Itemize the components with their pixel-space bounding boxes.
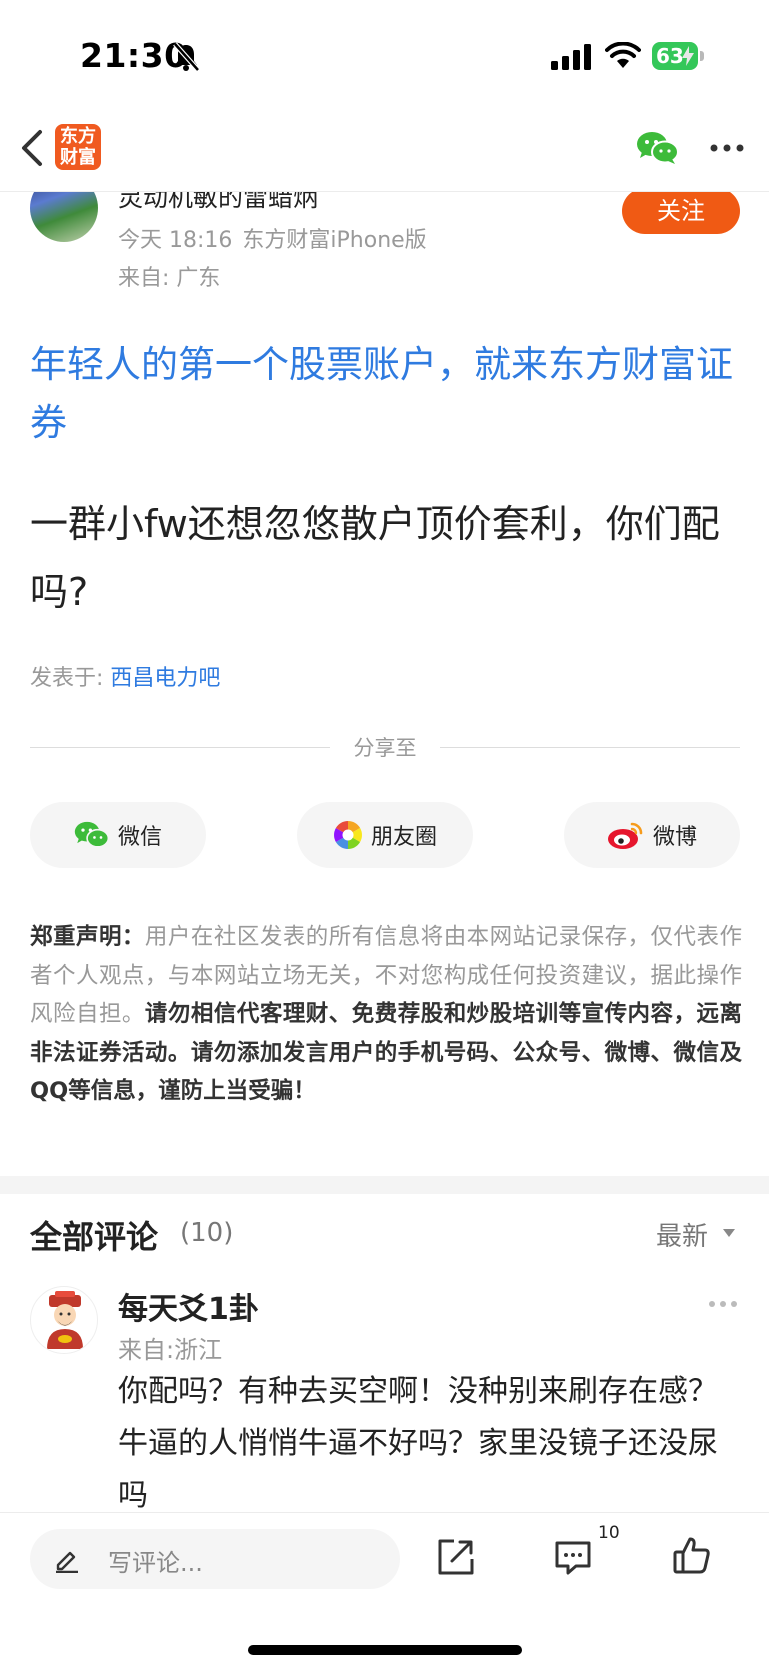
share-moments-button[interactable]: 朋友圈: [297, 802, 473, 868]
forum-bar-link[interactable]: 西昌电力吧: [110, 666, 220, 691]
wifi-icon: [605, 42, 641, 68]
posted-in: 发表于: 西昌电力吧: [30, 660, 220, 692]
divider-line-right: [440, 747, 740, 748]
comment-bubble-icon[interactable]: [554, 1539, 592, 1575]
status-bar: 21:30 63: [0, 0, 769, 110]
commenter-name[interactable]: 每天爻1卦: [118, 1284, 259, 1328]
post-detail-page: 21:30 63 东方 财富 灵动机敏的雷蜡炳 今天 18:16 东方财富iPh…: [0, 0, 769, 1665]
comment-text: 你配吗？有种去买空啊！没种别来刷存在感？牛逼的人悄悄牛逼不好吗？家里没镜子还没尿…: [118, 1374, 718, 1513]
logo-line-2: 财富: [60, 147, 96, 168]
sort-dropdown[interactable]: 最新: [656, 1216, 708, 1253]
post-body: 一群小fw还想忽悠散户顶价套利，你们配吗?: [30, 502, 720, 614]
disclaimer: 郑重声明：用户在社区发表的所有信息将由本网站记录保存，仅代表作者个人观点，与本网…: [30, 918, 742, 1111]
divider-line-left: [30, 747, 330, 748]
comments-title: 全部评论: [30, 1218, 159, 1256]
share-label: 分享至: [353, 736, 417, 760]
charging-bolt-icon: [682, 46, 694, 66]
follow-button[interactable]: 关注: [622, 188, 740, 234]
weibo-icon: [607, 822, 643, 849]
disclaimer-head: 郑重声明：: [30, 924, 145, 950]
share-wechat-label: 微信: [117, 825, 162, 850]
pen-icon: [56, 1551, 78, 1573]
wechat-icon[interactable]: [636, 130, 680, 166]
app-logo[interactable]: 东方 财富: [55, 124, 101, 170]
comment-count-badge: 10: [598, 1523, 620, 1543]
moments-aperture-icon: [334, 821, 362, 849]
share-divider: 分享至: [30, 732, 740, 762]
battery-indicator: 63: [652, 42, 704, 70]
nav-bar: 东方 财富: [0, 110, 769, 192]
bell-off-icon: [173, 42, 200, 72]
more-dots-icon[interactable]: [710, 144, 744, 152]
battery-cap: [700, 51, 704, 61]
chevron-left-icon[interactable]: [18, 126, 46, 170]
share-out-icon[interactable]: [436, 1537, 476, 1577]
comment-input[interactable]: 写评论...: [30, 1529, 400, 1589]
caret-down-icon[interactable]: [722, 1228, 736, 1238]
author-location: 来自: 广东: [118, 266, 221, 291]
commenter-location: 来自:浙江: [118, 1336, 223, 1364]
posted-in-label: 发表于:: [30, 666, 111, 691]
comment-more-icon[interactable]: [708, 1300, 738, 1308]
author-meta: 今天 18:16 东方财富iPhone版: [118, 222, 437, 254]
share-wechat-button[interactable]: 微信: [30, 802, 206, 868]
thumbs-up-icon[interactable]: [672, 1535, 712, 1575]
ad-title-link[interactable]: 年轻人的第一个股票账户，就来东方财富证券: [30, 336, 740, 452]
bottom-bar: 写评论... 10: [0, 1512, 769, 1665]
share-weibo-label: 微博: [652, 825, 697, 850]
comment-placeholder: 写评论...: [108, 1549, 203, 1577]
post-device: 东方财富iPhone版: [242, 228, 427, 253]
caishen-avatar-icon: [47, 1291, 83, 1349]
wechat-icon: [74, 821, 110, 848]
comments-count: (10): [180, 1218, 234, 1248]
share-weibo-button[interactable]: 微博: [564, 802, 740, 868]
logo-line-1: 东方: [60, 126, 96, 147]
post-time: 今天 18:16: [118, 228, 233, 253]
share-moments-label: 朋友圈: [370, 825, 437, 850]
cellular-signal-icon: [551, 44, 591, 70]
home-indicator: [248, 1645, 522, 1655]
commenter-avatar[interactable]: [30, 1286, 98, 1354]
section-divider: [0, 1176, 769, 1194]
